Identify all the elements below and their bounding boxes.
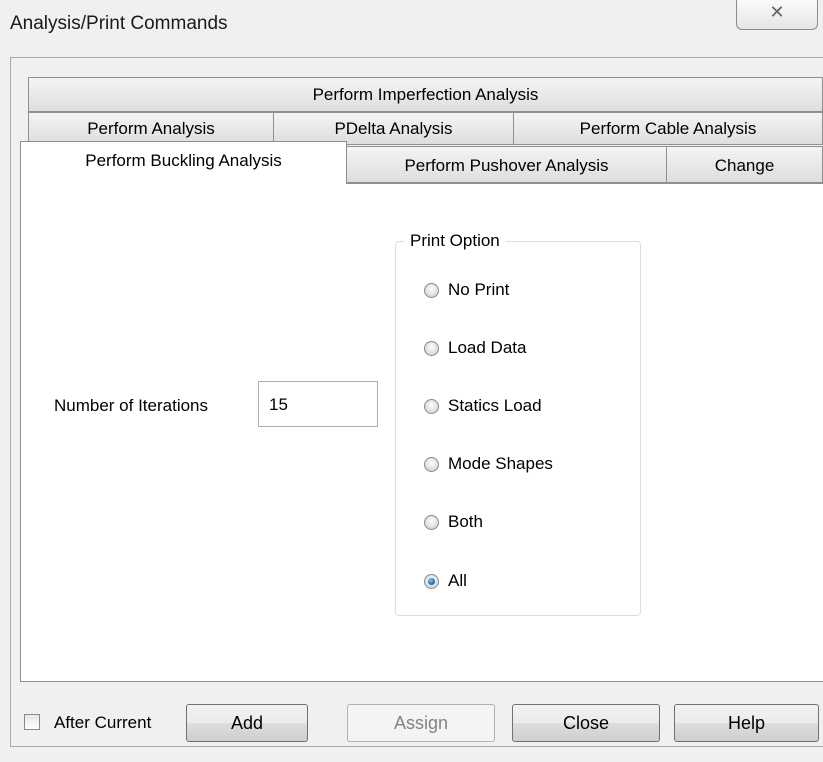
radio-button[interactable] <box>424 398 439 414</box>
radio-button[interactable] <box>424 573 439 589</box>
dialog-title: Analysis/Print Commands <box>10 13 228 34</box>
radio-load-data[interactable]: Load Data <box>424 338 526 358</box>
tab-label: PDelta Analysis <box>334 119 453 138</box>
tab-label: Perform Buckling Analysis <box>85 151 282 170</box>
radio-label: No Print <box>448 280 510 299</box>
radio-both[interactable]: Both <box>424 512 483 532</box>
tab-label: Change <box>714 156 775 175</box>
assign-button[interactable]: Assign <box>347 704 495 742</box>
radio-label: Both <box>448 512 483 531</box>
radio-label: All <box>448 571 467 590</box>
after-current-label: After Current <box>54 713 152 732</box>
tab-perform-buckling-analysis[interactable]: Perform Buckling Analysis <box>20 141 347 184</box>
tab-label: Perform Pushover Analysis <box>404 156 609 175</box>
radio-button[interactable] <box>424 456 439 472</box>
radio-label: Mode Shapes <box>448 454 553 473</box>
iterations-label: Number of Iterations <box>54 396 209 415</box>
tab-perform-cable-analysis[interactable]: Perform Cable Analysis <box>513 112 823 145</box>
radio-mode-shapes[interactable]: Mode Shapes <box>424 454 553 474</box>
tab-perform-imperfection-analysis[interactable]: Perform Imperfection Analysis <box>28 77 823 112</box>
iterations-input[interactable]: 15 <box>258 381 378 427</box>
radio-button[interactable] <box>424 340 439 356</box>
radio-button[interactable] <box>424 514 439 530</box>
radio-all[interactable]: All <box>424 571 467 591</box>
add-button[interactable]: Add <box>186 704 308 742</box>
tab-change[interactable]: Change <box>666 146 823 183</box>
print-option-title: Print Option <box>404 231 506 251</box>
tab-perform-pushover-analysis[interactable]: Perform Pushover Analysis <box>346 146 667 183</box>
radio-statics-load[interactable]: Statics Load <box>424 396 542 416</box>
close-button[interactable]: Close <box>512 704 660 742</box>
radio-label: Statics Load <box>448 396 542 415</box>
after-current-checkbox[interactable] <box>24 714 40 730</box>
tab-label: Perform Cable Analysis <box>579 119 757 138</box>
close-icon[interactable]: ✕ <box>736 0 818 30</box>
radio-no-print[interactable]: No Print <box>424 280 509 300</box>
radio-button[interactable] <box>424 282 439 298</box>
radio-label: Load Data <box>448 338 527 357</box>
help-button[interactable]: Help <box>674 704 819 742</box>
tab-label: Perform Imperfection Analysis <box>312 85 539 104</box>
tab-label: Perform Analysis <box>87 119 215 138</box>
